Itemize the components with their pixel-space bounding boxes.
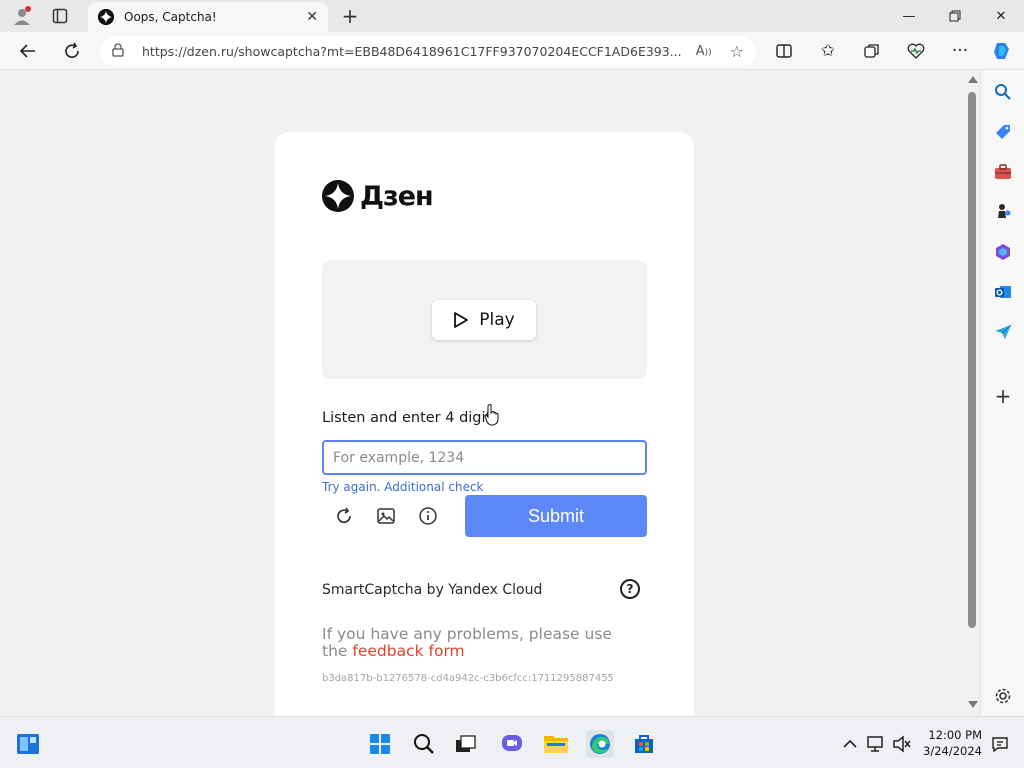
search-icon[interactable] bbox=[991, 80, 1015, 104]
page-viewport: Дзен Play Listen and enter 4 digits Try … bbox=[0, 70, 964, 716]
tab-title: Oops, Captcha! bbox=[124, 10, 217, 24]
info-icon[interactable] bbox=[414, 502, 442, 530]
url-text[interactable]: https://dzen.ru/showcaptcha?mt=EBB48D641… bbox=[142, 44, 688, 59]
favorite-star-icon[interactable]: ☆ bbox=[730, 42, 744, 61]
chat-icon[interactable] bbox=[498, 730, 526, 758]
address-bar-row: https://dzen.ru/showcaptcha?mt=EBB48D641… bbox=[0, 32, 1024, 70]
read-aloud-icon[interactable]: A)) bbox=[696, 44, 712, 59]
outlook-icon[interactable] bbox=[991, 280, 1015, 304]
tag-icon[interactable] bbox=[991, 120, 1015, 144]
url-bar[interactable]: https://dzen.ru/showcaptcha?mt=EBB48D641… bbox=[100, 36, 756, 66]
close-window-icon[interactable]: ✕ bbox=[978, 0, 1024, 32]
taskbar-search-icon[interactable] bbox=[410, 730, 438, 758]
hand-cursor-icon bbox=[484, 404, 500, 431]
toolbox-icon[interactable] bbox=[991, 160, 1015, 184]
office-icon[interactable] bbox=[991, 240, 1015, 264]
submit-button[interactable]: Submit bbox=[465, 495, 647, 537]
edge-icon[interactable] bbox=[586, 730, 614, 758]
back-icon[interactable] bbox=[14, 37, 42, 65]
dzen-logo-icon bbox=[322, 180, 354, 212]
chess-icon[interactable] bbox=[991, 200, 1015, 224]
restore-icon[interactable] bbox=[932, 0, 978, 32]
page-scrollbar[interactable] bbox=[964, 70, 980, 716]
split-screen-icon[interactable] bbox=[770, 37, 798, 65]
help-icon[interactable]: ? bbox=[620, 579, 640, 599]
try-again-link[interactable]: Try again. Additional check bbox=[322, 480, 484, 494]
image-captcha-icon[interactable] bbox=[372, 502, 400, 530]
new-tab-icon[interactable]: + bbox=[336, 2, 364, 30]
scroll-thumb[interactable] bbox=[968, 92, 976, 628]
system-clock[interactable]: 12:00 PM 3/24/2024 bbox=[923, 727, 982, 759]
dzen-favicon-icon bbox=[98, 9, 114, 25]
smartcaptcha-brand: SmartCaptcha by Yandex Cloud bbox=[322, 582, 543, 598]
feedback-form-link[interactable]: feedback form bbox=[352, 642, 464, 660]
tab-bar: Oops, Captcha! ✕ + — ✕ bbox=[0, 0, 1024, 32]
active-tab[interactable]: Oops, Captcha! ✕ bbox=[88, 2, 328, 32]
problems-text: If you have any problems, please use the… bbox=[322, 626, 622, 660]
edge-sidebar: + bbox=[980, 70, 1024, 716]
start-icon[interactable] bbox=[366, 730, 394, 758]
add-icon[interactable]: + bbox=[991, 384, 1015, 408]
clock-time: 12:00 PM bbox=[928, 728, 982, 742]
send-icon[interactable] bbox=[991, 320, 1015, 344]
more-icon[interactable]: ··· bbox=[946, 37, 974, 65]
scroll-up-icon[interactable] bbox=[968, 76, 978, 83]
audio-captcha-box: Play bbox=[322, 260, 647, 379]
logo-text: Дзен bbox=[360, 180, 434, 212]
refresh-icon[interactable] bbox=[58, 37, 86, 65]
play-icon bbox=[454, 312, 469, 328]
dzen-logo: Дзен bbox=[322, 180, 434, 212]
close-tab-icon[interactable]: ✕ bbox=[306, 9, 318, 25]
widgets-icon[interactable] bbox=[14, 730, 42, 758]
task-view-icon[interactable] bbox=[452, 730, 480, 758]
digits-input[interactable] bbox=[322, 440, 647, 475]
store-icon[interactable] bbox=[630, 730, 658, 758]
volume-icon[interactable] bbox=[888, 730, 916, 758]
taskbar: 12:00 PM 3/24/2024 bbox=[0, 716, 1024, 768]
reload-icon[interactable] bbox=[330, 502, 358, 530]
profile-icon[interactable] bbox=[8, 2, 36, 30]
scroll-down-icon[interactable] bbox=[968, 701, 978, 708]
file-explorer-icon[interactable] bbox=[542, 730, 570, 758]
chevron-up-icon[interactable] bbox=[836, 730, 864, 758]
minimize-icon[interactable]: — bbox=[886, 0, 932, 32]
instruction-text: Listen and enter 4 digits bbox=[322, 410, 499, 426]
network-icon[interactable] bbox=[862, 730, 890, 758]
play-label: Play bbox=[479, 310, 515, 330]
tab-actions-icon[interactable] bbox=[46, 2, 74, 30]
play-button[interactable]: Play bbox=[432, 300, 536, 340]
collections-icon[interactable] bbox=[858, 37, 886, 65]
clock-date: 3/24/2024 bbox=[923, 744, 982, 758]
notification-icon[interactable] bbox=[986, 730, 1014, 758]
lock-icon[interactable] bbox=[112, 42, 128, 60]
copilot-icon[interactable] bbox=[988, 37, 1016, 65]
captcha-token: b3da817b-b1276578-cd4a942c-c3b6cfcc:1711… bbox=[322, 673, 614, 684]
browser-essentials-icon[interactable] bbox=[902, 37, 930, 65]
favorites-icon[interactable]: ✩ bbox=[814, 37, 842, 65]
settings-icon[interactable] bbox=[991, 684, 1015, 708]
